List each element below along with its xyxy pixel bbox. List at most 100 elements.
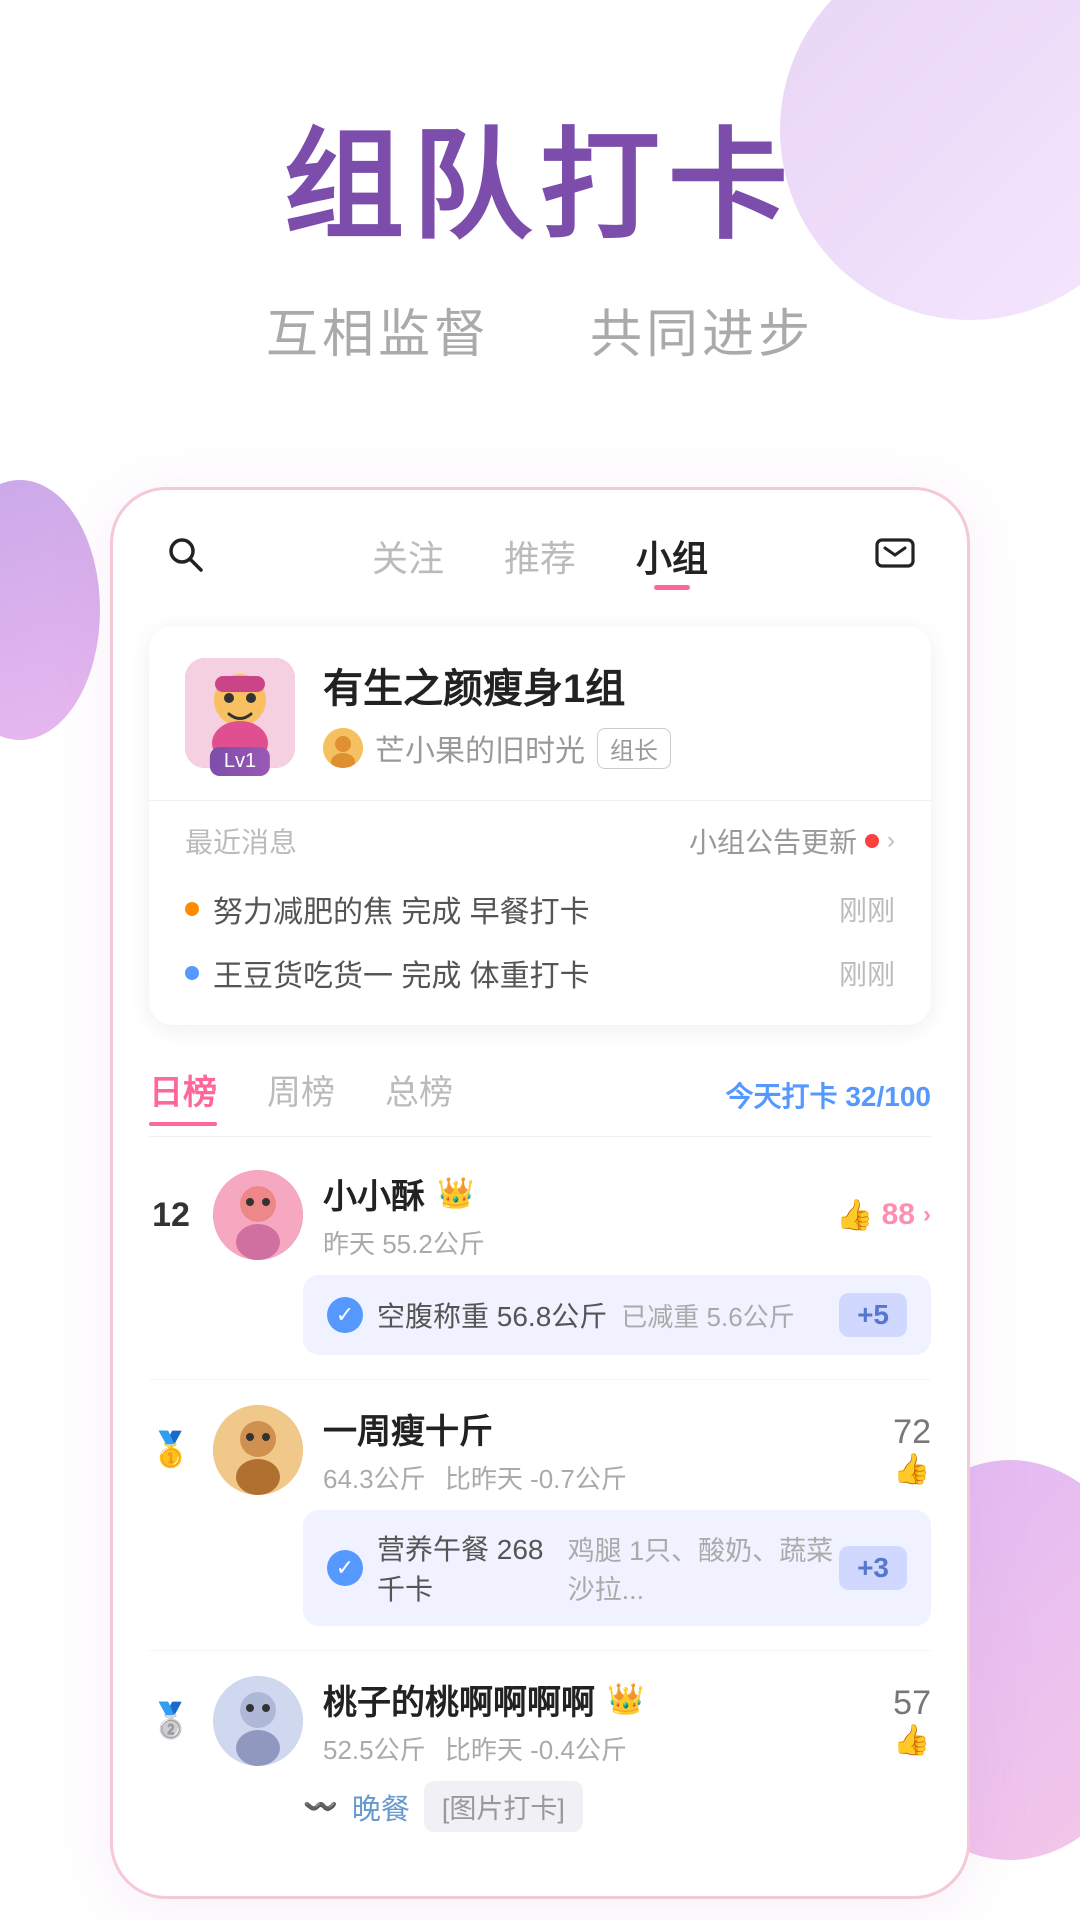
meal-card-content-2: ✓ 营养午餐 268千卡 鸡腿 1只、酸奶、蔬菜沙拉...: [327, 1528, 839, 1608]
like-count-1: 88: [882, 1198, 915, 1232]
rank-sub-2: 64.3公斤 比昨天 -0.7公斤: [323, 1464, 627, 1494]
ranking-total: 100: [884, 1081, 931, 1112]
rank-info-3: 桃子的桃啊啊啊啊 👑 52.5公斤 比昨天 -0.4公斤: [323, 1675, 873, 1767]
like-num-3: 57: [893, 1684, 931, 1723]
rank-name-row-1: 小小酥 👑: [323, 1169, 816, 1218]
dinner-wave-icon: 〰️: [303, 1790, 338, 1823]
ranking-item-1-top: 12 小小酥 👑 昨天 55.2公斤: [149, 1169, 931, 1261]
ranking-item-1[interactable]: 12 小小酥 👑 昨天 55.2公斤: [149, 1145, 931, 1380]
group-info: 有生之颜瘦身1组 芒小果的旧时光 组长: [323, 656, 895, 770]
message-time-1: 刚刚: [839, 889, 895, 929]
header-section: 组队打卡 互相监督 共同进步: [0, 0, 1080, 427]
ranking-count: 今天打卡 32/100: [726, 1075, 931, 1115]
rank-number-1: 12: [149, 1196, 193, 1235]
level-badge: Lv1: [210, 747, 270, 776]
tab-weekly[interactable]: 周榜: [267, 1065, 335, 1124]
group-header: Lv1 有生之颜瘦身1组 芒小果的旧时光 组长: [149, 626, 931, 800]
ranking-item-2[interactable]: 🥇 一周瘦十斤 64.3公斤 比: [149, 1380, 931, 1651]
messages-header: 最近消息 小组公告更新 ›: [185, 821, 895, 861]
message-text-2: 王豆货吃货一 完成 体重打卡: [213, 951, 839, 995]
rank-name-2: 一周瘦十斤: [323, 1404, 493, 1453]
chevron-right-icon: ›: [887, 827, 895, 855]
tab-recommend[interactable]: 推荐: [504, 530, 576, 582]
check-circle-1: ✓: [327, 1297, 363, 1333]
meal-plus-2[interactable]: +3: [839, 1546, 907, 1590]
rank-name-row-2: 一周瘦十斤: [323, 1404, 873, 1453]
like-thumb-3: 👍: [893, 1723, 930, 1758]
rank-avatar-2: [213, 1405, 303, 1495]
meal-card-2[interactable]: ✓ 营养午餐 268千卡 鸡腿 1只、酸奶、蔬菜沙拉... +3: [303, 1510, 931, 1626]
crown-icon-3: 👑: [607, 1682, 644, 1717]
medal-icon-2: 🥇: [149, 1430, 193, 1470]
rank-likes-1[interactable]: 👍 88 ›: [836, 1198, 931, 1233]
ranking-tabs-left: 日榜 周榜 总榜: [149, 1065, 453, 1124]
red-dot: [865, 834, 879, 848]
ranking-item-3-top: 🥈 桃子的桃啊啊啊啊 👑 52: [149, 1675, 931, 1767]
leader-avatar: [323, 728, 363, 768]
ranking-tabs-row: 日榜 周榜 总榜 今天打卡 32/100: [149, 1045, 931, 1136]
message-time-2: 刚刚: [839, 953, 895, 993]
checkin-label-1: 空腹称重 56.8公斤: [377, 1295, 607, 1335]
ranking-count-label: 今天打卡: [726, 1081, 838, 1112]
message-item-1: 努力减肥的焦 完成 早餐打卡 刚刚: [185, 877, 895, 941]
group-card[interactable]: Lv1 有生之颜瘦身1组 芒小果的旧时光 组长: [149, 626, 931, 1025]
like-thumb-2: 👍: [893, 1452, 930, 1487]
rank-likes-count-2[interactable]: 72 👍: [893, 1413, 931, 1487]
rank-sub-1: 昨天 55.2公斤: [323, 1229, 485, 1259]
checkin-sub-1: 已减重 5.6公斤: [621, 1297, 794, 1334]
rank-name-1: 小小酥: [323, 1169, 425, 1218]
check-circle-2: ✓: [327, 1550, 363, 1586]
announcement-link[interactable]: 小组公告更新 ›: [689, 821, 895, 861]
subtitle: 互相监督 共同进步: [80, 292, 1000, 367]
group-avatar: Lv1: [185, 658, 295, 768]
checkin-plus-1[interactable]: +5: [839, 1293, 907, 1337]
nav-tabs: 关注 推荐 小组: [372, 530, 708, 582]
medal-icon-3: 🥈: [149, 1701, 193, 1741]
rank-info-1: 小小酥 👑 昨天 55.2公斤: [323, 1169, 816, 1261]
dot-blue-2: [185, 966, 199, 980]
nav-bar: 关注 推荐 小组: [113, 490, 967, 606]
bg-decoration-left: [0, 480, 100, 740]
tab-follow[interactable]: 关注: [372, 530, 444, 582]
meal-label-2: 营养午餐 268千卡: [377, 1528, 554, 1608]
checkin-card-1[interactable]: ✓ 空腹称重 56.8公斤 已减重 5.6公斤 +5: [303, 1275, 931, 1355]
checkin-card-content-1: ✓ 空腹称重 56.8公斤 已减重 5.6公斤: [327, 1295, 795, 1335]
leader-tag: 组长: [597, 728, 671, 769]
message-icon[interactable]: [873, 532, 917, 581]
dinner-tag: [图片打卡]: [424, 1781, 583, 1832]
dot-orange-1: [185, 902, 199, 916]
ranking-today-count: 32: [845, 1081, 876, 1112]
like-icon-1: 👍: [836, 1198, 873, 1233]
message-item-2: 王豆货吃货一 完成 体重打卡 刚刚: [185, 941, 895, 1005]
subtitle-left: 互相监督: [266, 292, 490, 367]
messages-section: 最近消息 小组公告更新 › 努力减肥的焦 完成 早餐打卡 刚刚 王豆货吃货一 完…: [149, 800, 931, 1025]
tab-daily[interactable]: 日榜: [149, 1065, 217, 1124]
group-name: 有生之颜瘦身1组: [323, 656, 895, 714]
like-arrow-1: ›: [923, 1201, 931, 1229]
ranking-divider: [149, 1136, 931, 1137]
meal-extra-2: 鸡腿 1只、酸奶、蔬菜沙拉...: [568, 1529, 839, 1607]
message-text-1: 努力减肥的焦 完成 早餐打卡: [213, 887, 839, 931]
phone-mockup: 关注 推荐 小组: [110, 487, 970, 1899]
ranking-section: 日榜 周榜 总榜 今天打卡 32/100 12: [149, 1045, 931, 1856]
like-num-2: 72: [893, 1413, 931, 1452]
announcement-text: 小组公告更新: [689, 821, 857, 861]
rank-avatar-3: [213, 1676, 303, 1766]
group-leader-row: 芒小果的旧时光 组长: [323, 726, 895, 770]
main-title: 组队打卡: [80, 120, 1000, 252]
rank-info-2: 一周瘦十斤 64.3公斤 比昨天 -0.7公斤: [323, 1404, 873, 1496]
search-icon[interactable]: [163, 532, 207, 581]
ranking-item-2-top: 🥇 一周瘦十斤 64.3公斤 比: [149, 1404, 931, 1496]
rank-likes-count-3[interactable]: 57 👍: [893, 1684, 931, 1758]
tab-total[interactable]: 总榜: [385, 1065, 453, 1124]
tab-group[interactable]: 小组: [636, 530, 708, 582]
messages-label: 最近消息: [185, 821, 297, 861]
rank-name-3: 桃子的桃啊啊啊啊: [323, 1675, 595, 1724]
subtitle-right: 共同进步: [590, 292, 814, 367]
crown-icon-1: 👑: [437, 1176, 474, 1211]
rank-name-row-3: 桃子的桃啊啊啊啊 👑: [323, 1675, 873, 1724]
ranking-item-3[interactable]: 🥈 桃子的桃啊啊啊啊 👑 52: [149, 1651, 931, 1856]
dinner-label: 晚餐: [352, 1786, 410, 1828]
rank-avatar-1: [213, 1170, 303, 1260]
dinner-row-3: 〰️ 晚餐 [图片打卡]: [303, 1781, 931, 1832]
